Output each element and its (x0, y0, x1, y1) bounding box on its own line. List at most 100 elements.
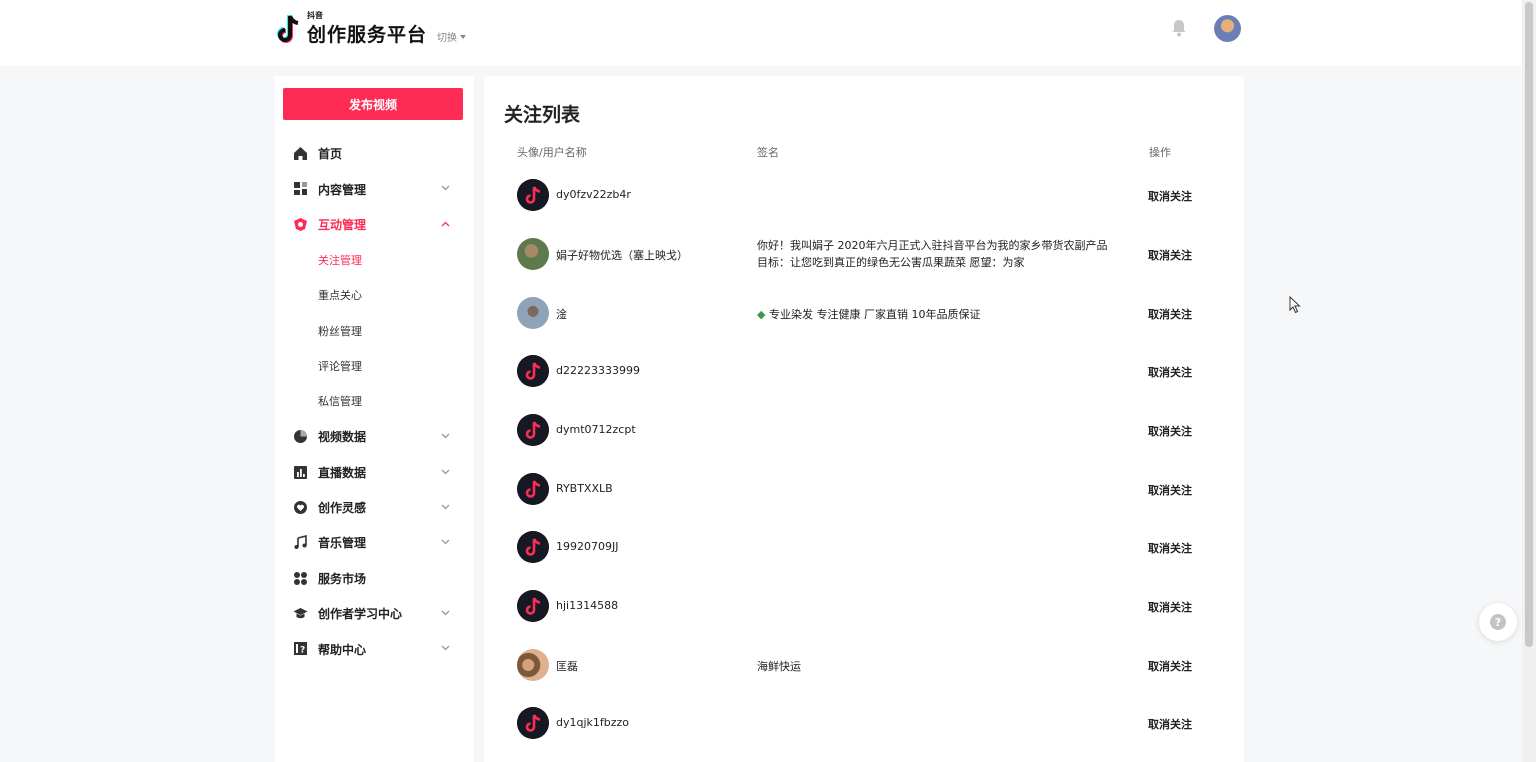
user-avatar[interactable] (1214, 15, 1241, 42)
user-avatar[interactable] (517, 473, 549, 505)
table-row: 19920709JJ 取消关注 (484, 518, 1244, 576)
sidebar-item-label: 视频数据 (318, 430, 367, 445)
heart-icon (294, 500, 307, 514)
chevron-down-icon (441, 539, 450, 545)
publish-video-button[interactable]: 发布视频 (283, 88, 463, 120)
bell-icon[interactable] (1171, 19, 1187, 37)
sidebar-subitem-comment-manage[interactable]: 评论管理 (275, 348, 474, 383)
music-note-icon (517, 414, 549, 446)
question-icon: ? (1490, 614, 1506, 630)
user-name[interactable]: hji1314588 (556, 599, 618, 612)
unfollow-button[interactable]: 取消关注 (1148, 599, 1192, 615)
music-note-icon (517, 531, 549, 563)
table-row: 淦 ◆ 专业染发 专注健康 厂家直销 10年品质保证 取消关注 (484, 284, 1244, 342)
user-name[interactable]: dy1qjk1fbzzo (556, 716, 629, 729)
chevron-down-icon (441, 185, 450, 191)
user-name[interactable]: 淦 (556, 306, 567, 322)
tiktok-logo-icon (277, 14, 299, 43)
grid-icon (294, 182, 307, 196)
sidebar-item-music[interactable]: 音乐管理 (275, 525, 474, 560)
user-signature-line: 目标：让您吃到真正的绿色无公害瓜果蔬菜 愿望：为家 (757, 256, 1025, 269)
user-name[interactable]: 19920709JJ (556, 540, 618, 553)
unfollow-button[interactable]: 取消关注 (1148, 247, 1192, 263)
sidebar-item-label: 内容管理 (318, 182, 367, 197)
sidebar-item-interaction[interactable]: 互动管理 (275, 207, 474, 242)
table-row: hji1314588 取消关注 (484, 577, 1244, 635)
sidebar-subitem-fans-manage[interactable]: 粉丝管理 (275, 313, 474, 348)
sidebar-item-video-data[interactable]: 视频数据 (275, 419, 474, 454)
sidebar-item-label: 帮助中心 (318, 642, 367, 657)
music-note-icon (517, 707, 549, 739)
table-row: dy0fzv22zb4r 取消关注 (484, 166, 1244, 224)
sidebar-item-label: 服务市场 (318, 571, 367, 586)
scrollbar-thumb[interactable] (1525, 2, 1533, 647)
sidebar-subitem-key-care[interactable]: 重点关心 (275, 278, 474, 313)
unfollow-button[interactable]: 取消关注 (1148, 658, 1192, 674)
chevron-up-icon (441, 221, 450, 227)
music-note-icon (294, 535, 307, 550)
user-signature-line: 你好！我叫娟子 2020年六月正式入驻抖音平台为我的家乡带货农副产品 (757, 239, 1108, 252)
sidebar-item-label: 直播数据 (318, 465, 367, 480)
column-header-signature: 签名 (757, 146, 779, 159)
page-scrollbar[interactable] (1522, 0, 1536, 762)
emoji-icon: ◆ (757, 308, 766, 321)
bar-chart-icon (294, 465, 307, 479)
music-note-icon (517, 355, 549, 387)
sidebar-item-home[interactable]: 首页 (275, 136, 474, 171)
unfollow-button[interactable]: 取消关注 (1148, 364, 1192, 380)
sidebar-item-inspiration[interactable]: 创作灵感 (275, 490, 474, 525)
switch-label: 切换 (437, 33, 458, 44)
top-header: 抖音 创作服务平台 切换 (0, 0, 1522, 66)
user-avatar[interactable] (517, 414, 549, 446)
table-row: dymt0712zcpt 取消关注 (484, 401, 1244, 459)
floating-help-button[interactable]: ? (1479, 603, 1517, 641)
user-avatar[interactable] (517, 238, 549, 270)
user-avatar[interactable] (517, 707, 549, 739)
user-name[interactable]: d22223333999 (556, 364, 640, 377)
sidebar-subitem-message-manage[interactable]: 私信管理 (275, 384, 474, 419)
sidebar-item-label: 创作灵感 (318, 501, 367, 516)
user-name[interactable]: dymt0712zcpt (556, 423, 636, 436)
unfollow-button[interactable]: 取消关注 (1148, 540, 1192, 556)
help-book-icon: ? (294, 642, 307, 656)
sidebar: 发布视频 首页 内容管理 互动管理 关注管理 重点关心 粉丝管理 评论管理 私信… (275, 76, 474, 762)
sidebar-subitem-follow-manage[interactable]: 关注管理 (275, 242, 474, 277)
user-signature: 海鲜快运 (757, 660, 801, 673)
table-row: RYBTXXLB 取消关注 (484, 460, 1244, 518)
music-note-icon (517, 590, 549, 622)
unfollow-button[interactable]: 取消关注 (1148, 716, 1192, 732)
logo[interactable]: 抖音 创作服务平台 切换 (275, 11, 467, 47)
user-avatar[interactable] (517, 179, 549, 211)
unfollow-button[interactable]: 取消关注 (1148, 482, 1192, 498)
user-name[interactable]: 匡磊 (556, 658, 578, 674)
user-name[interactable]: 娟子好物优选（塞上映戈） (556, 247, 688, 263)
unfollow-button[interactable]: 取消关注 (1148, 306, 1192, 322)
sidebar-nav: 首页 内容管理 互动管理 关注管理 重点关心 粉丝管理 评论管理 私信管理 视频… (275, 136, 474, 667)
user-avatar[interactable] (517, 355, 549, 387)
sidebar-item-label: 创作者学习中心 (318, 607, 403, 622)
chevron-down-icon (441, 610, 450, 616)
music-note-icon (517, 473, 549, 505)
user-avatar[interactable] (517, 590, 549, 622)
user-name[interactable]: RYBTXXLB (556, 482, 613, 495)
user-name[interactable]: dy0fzv22zb4r (556, 188, 631, 201)
sidebar-item-service-market[interactable]: 服务市场 (275, 561, 474, 596)
sidebar-item-help-center[interactable]: ? 帮助中心 (275, 631, 474, 666)
page-title: 关注列表 (504, 104, 581, 126)
chevron-down-icon (441, 646, 450, 651)
interact-icon (294, 217, 307, 231)
follow-list-panel: 关注列表 头像/用户名称 签名 操作 dy0fzv22zb4r 取消关注 娟子好… (484, 76, 1244, 762)
user-avatar[interactable] (517, 531, 549, 563)
sidebar-item-live-data[interactable]: 直播数据 (275, 455, 474, 490)
unfollow-button[interactable]: 取消关注 (1148, 188, 1192, 204)
chevron-down-icon (441, 469, 450, 474)
pie-chart-icon (294, 430, 307, 444)
switch-button[interactable]: 切换 (437, 29, 467, 44)
unfollow-button[interactable]: 取消关注 (1148, 423, 1192, 439)
user-avatar[interactable] (517, 297, 549, 329)
sidebar-item-learning-center[interactable]: 创作者学习中心 (275, 596, 474, 631)
music-note-icon (517, 179, 549, 211)
sidebar-item-content[interactable]: 内容管理 (275, 171, 474, 206)
user-avatar[interactable] (517, 649, 549, 681)
graduation-cap-icon (293, 608, 308, 619)
